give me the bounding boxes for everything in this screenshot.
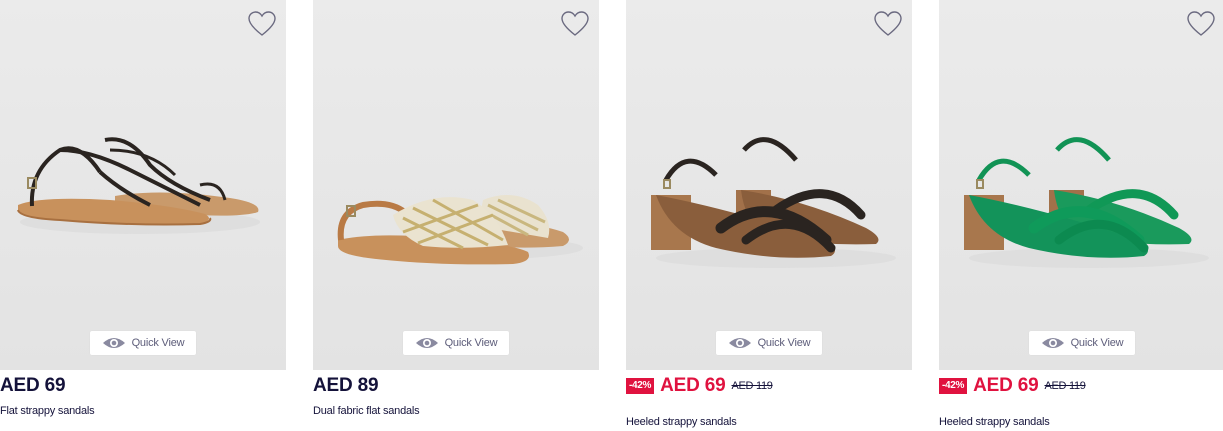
product-price: AED 89: [313, 375, 379, 396]
discount-badge: -42%: [626, 378, 655, 394]
product-card[interactable]: Quick View AED 89 Dual fabric flat sanda…: [313, 0, 599, 431]
quick-view-button[interactable]: Quick View: [1029, 331, 1135, 355]
eye-icon: [728, 338, 751, 348]
product-card[interactable]: Quick View -42% AED 69 AED 119 Heeled st…: [939, 0, 1223, 431]
quick-view-button[interactable]: Quick View: [90, 331, 196, 355]
product-image-area[interactable]: Quick View: [0, 0, 286, 370]
product-image-black-braided-flat-sandals[interactable]: [0, 0, 286, 370]
old-price: AED 119: [731, 380, 773, 392]
quick-view-button[interactable]: Quick View: [403, 331, 509, 355]
discount-badge: -42%: [939, 378, 968, 394]
old-price: AED 119: [1044, 380, 1086, 392]
product-grid: Quick View AED 69 Flat strappy sandals Q…: [0, 0, 1223, 431]
product-card[interactable]: Quick View -42% AED 69 AED 119 Heeled st…: [626, 0, 912, 431]
quick-view-button[interactable]: Quick View: [716, 331, 822, 355]
quick-view-label: Quick View: [444, 337, 498, 349]
product-price: AED 69: [660, 375, 726, 396]
quick-view-label: Quick View: [131, 337, 185, 349]
price-row: AED 89: [313, 375, 379, 397]
eye-icon: [102, 338, 125, 348]
price-row: -42% AED 69 AED 119: [939, 375, 1086, 397]
product-name[interactable]: Heeled strappy sandals: [939, 416, 1050, 428]
product-image-green-block-heel-sandals[interactable]: [939, 0, 1223, 370]
product-name[interactable]: Heeled strappy sandals: [626, 416, 737, 428]
heart-outline-icon[interactable]: [247, 10, 277, 38]
quick-view-label: Quick View: [1070, 337, 1124, 349]
price-row: AED 69: [0, 375, 66, 397]
product-name[interactable]: Dual fabric flat sandals: [313, 405, 420, 417]
product-price: AED 69: [973, 375, 1039, 396]
heart-outline-icon[interactable]: [560, 10, 590, 38]
price-row: -42% AED 69 AED 119: [626, 375, 773, 397]
product-image-black-block-heel-sandals[interactable]: [626, 0, 912, 370]
heart-outline-icon[interactable]: [1186, 10, 1216, 38]
eye-icon: [415, 338, 438, 348]
eye-icon: [1041, 338, 1064, 348]
heart-outline-icon[interactable]: [873, 10, 903, 38]
product-image-woven-cross-strap-flat-sandals[interactable]: [313, 0, 599, 370]
product-image-area[interactable]: Quick View: [313, 0, 599, 370]
quick-view-label: Quick View: [757, 337, 811, 349]
product-image-area[interactable]: Quick View: [939, 0, 1223, 370]
product-image-area[interactable]: Quick View: [626, 0, 912, 370]
product-price: AED 69: [0, 375, 66, 396]
product-name[interactable]: Flat strappy sandals: [0, 405, 95, 417]
product-card[interactable]: Quick View AED 69 Flat strappy sandals: [0, 0, 286, 431]
